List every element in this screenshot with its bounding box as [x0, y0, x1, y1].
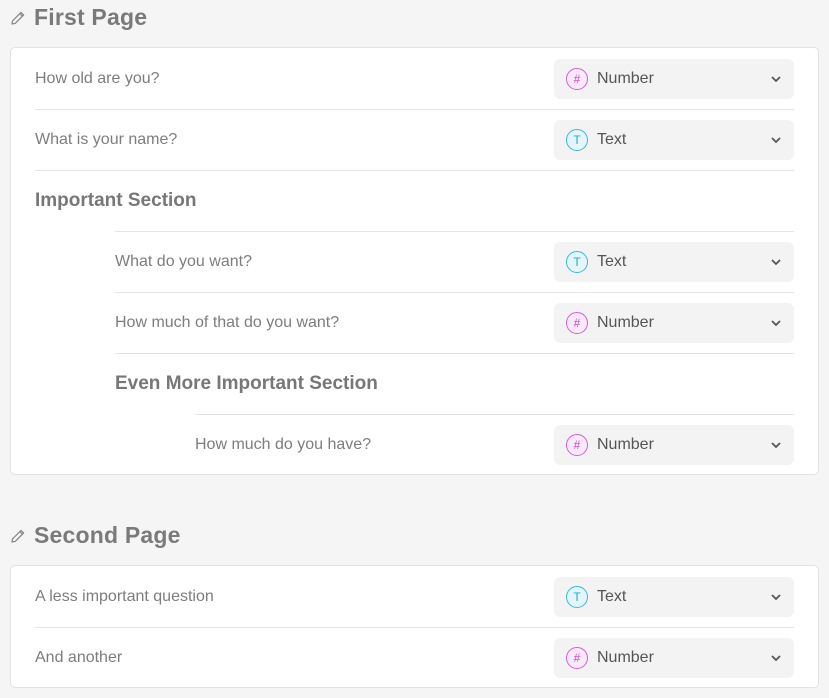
type-select-value: Number — [597, 649, 654, 666]
question-row: How much of that do you want? # Number — [115, 292, 794, 353]
page-title: Second Page — [34, 522, 181, 548]
subsection-header: Even More Important Section — [115, 353, 794, 414]
question-label: How much do you have? — [195, 436, 372, 453]
type-select-value: Text — [597, 131, 627, 148]
text-icon: T — [566, 251, 588, 273]
chevron-down-icon — [770, 258, 782, 266]
type-select[interactable]: T Text — [554, 242, 794, 282]
chevron-down-icon — [770, 136, 782, 144]
type-select[interactable]: # Number — [554, 303, 794, 343]
type-select-value: Number — [597, 436, 654, 453]
page-title: First Page — [34, 4, 148, 30]
question-row: What do you want? T Text — [115, 231, 794, 292]
type-select-value: Text — [597, 253, 627, 270]
pencil-icon[interactable] — [10, 527, 27, 544]
question-row: A less important question T Text — [35, 566, 794, 627]
question-label: What is your name? — [35, 131, 178, 148]
chevron-down-icon — [770, 75, 782, 83]
number-icon: # — [566, 67, 588, 90]
number-icon: # — [566, 647, 588, 669]
chevron-down-icon — [770, 319, 782, 327]
question-label: How old are you? — [35, 69, 160, 87]
subsection-title: Even More Important Section — [115, 373, 378, 394]
page-card-first: How old are you? # Number What is your n… — [10, 47, 819, 475]
type-select-value: Number — [597, 314, 654, 331]
type-select[interactable]: T Text — [554, 576, 794, 617]
page-header-second: Second Page — [10, 522, 181, 549]
page-header-first: First Page — [10, 4, 147, 31]
chevron-down-icon — [770, 654, 782, 662]
chevron-down-icon — [770, 441, 782, 449]
question-label: And another — [35, 649, 123, 666]
question-label: A less important question — [35, 587, 214, 605]
question-label: How much of that do you want? — [115, 314, 340, 331]
type-select[interactable]: T Text — [554, 120, 794, 160]
question-row: How much do you have? # Number — [195, 414, 794, 475]
text-icon: T — [566, 585, 588, 608]
type-select-value: Text — [597, 587, 627, 605]
type-select[interactable]: # Number — [554, 58, 794, 99]
section-header: Important Section — [35, 170, 794, 231]
type-select[interactable]: # Number — [554, 425, 794, 465]
number-icon: # — [566, 312, 588, 334]
pencil-icon[interactable] — [10, 9, 27, 26]
page-card-second: A less important question T Text And ano… — [10, 565, 819, 688]
question-row: What is your name? T Text — [35, 109, 794, 170]
section-title: Important Section — [35, 190, 197, 211]
text-icon: T — [566, 129, 588, 151]
question-row: How old are you? # Number — [35, 48, 794, 109]
type-select[interactable]: # Number — [554, 638, 794, 678]
question-row: And another # Number — [35, 627, 794, 688]
number-icon: # — [566, 434, 588, 456]
chevron-down-icon — [770, 593, 782, 601]
type-select-value: Number — [597, 69, 654, 87]
question-label: What do you want? — [115, 253, 252, 270]
